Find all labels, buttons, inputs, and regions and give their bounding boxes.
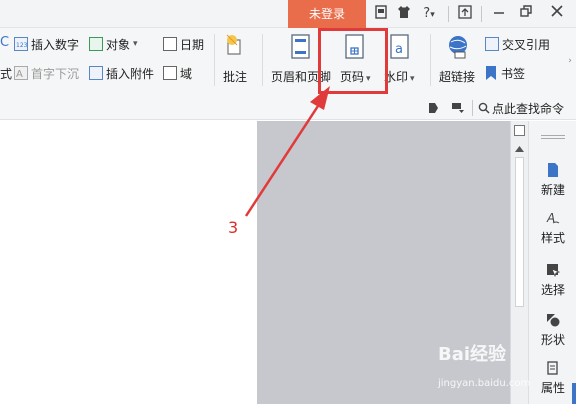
style-partial-label: 式 [0,64,12,82]
baidu-jingyan-watermark: Bai经验 [438,344,507,365]
vertical-scrollbar[interactable] [510,121,528,404]
side-panel-new-label: 新建 [540,183,565,197]
comment-button[interactable]: 批注 [223,34,247,85]
watermark-label-wrap: 水印 ▾ [384,68,415,85]
close-icon[interactable] [548,5,566,23]
style-icon: A [546,211,560,225]
hyperlink-label: 超链接 [439,70,476,84]
side-panel-select-label: 选择 [540,283,565,297]
bookmark-label: 书签 [501,66,526,81]
side-panel-grip[interactable] [541,135,565,139]
shape-icon [546,313,560,327]
new-document-icon [546,163,560,177]
insert-attachment-button[interactable]: 插入附件 [89,64,154,82]
svg-text:123: 123 [16,42,27,49]
pin-icon[interactable] [427,102,439,114]
ribbon-separator [262,34,263,86]
ruler-toggle-icon[interactable] [514,125,525,136]
scrollbar-thumb[interactable] [515,157,524,307]
title-bar: 未登录 ?▾ [0,0,576,28]
date-label: 日期 [180,37,205,52]
bookmark-icon [485,66,497,80]
watermark-icon: a [388,34,410,60]
calendar-icon [163,37,177,51]
properties-icon [546,361,560,375]
baidu-jingyan-watermark-url: jingyan.baidu.com [438,378,531,389]
toolbar-toggle-icon[interactable] [451,102,465,114]
insert-number-label: 插入数字 [31,37,80,52]
watermark-button[interactable]: a 水印 ▾ [384,34,415,85]
side-panel-style-label: 样式 [540,231,565,245]
first-drop-cap-label: 首字下沉 [31,66,80,81]
document-page[interactable] [0,121,257,404]
watermark-dropdown-icon: ▾ [410,74,415,84]
tshirt-icon[interactable] [396,5,412,23]
comment-label: 批注 [223,70,248,84]
side-panel-select[interactable]: 选择 [529,263,576,298]
field-label: 域 [180,66,193,81]
command-search-row: 点此查找命令 [0,96,576,120]
object-icon [89,37,103,51]
cross-reference-button[interactable]: 交叉引用 [485,35,550,53]
select-icon [546,263,561,278]
attachment-icon [89,66,103,80]
side-panel-new[interactable]: 新建 [529,163,576,198]
insert-attachment-label: 插入附件 [106,66,155,81]
cross-reference-icon [485,37,499,51]
login-button[interactable]: 未登录 [288,0,366,28]
minimize-icon[interactable] [490,5,508,23]
ribbon-scroll-right-icon[interactable]: › [564,50,576,72]
header-footer-icon [290,34,312,60]
search-separator [472,100,473,116]
bookmark-button[interactable]: 书签 [485,64,525,82]
help-icon[interactable]: ?▾ [418,5,440,23]
style-partial-button[interactable]: C [0,33,9,51]
side-panel: 新建 A 样式 选择 形状 属性 [528,121,576,404]
search-icon[interactable] [478,102,490,114]
date-button[interactable]: 日期 [163,35,204,53]
annotation-highlight-box [318,28,388,94]
restore-icon[interactable] [517,5,535,23]
share-icon[interactable] [456,5,474,23]
side-panel-properties[interactable]: 属性 [529,361,576,396]
hyperlink-icon [446,34,468,60]
number-icon: 123 [14,37,28,51]
hyperlink-button[interactable]: 超链接 [439,34,475,85]
insert-number-button[interactable]: 123 插入数字 [14,35,79,53]
side-panel-shape[interactable]: 形状 [529,313,576,348]
titlebar-separator [481,6,482,22]
search-command-input[interactable]: 点此查找命令 [492,100,564,117]
side-panel-properties-label: 属性 [540,381,565,395]
svg-text:A: A [16,69,23,79]
ribbon-separator [214,34,215,86]
drop-cap-icon: A [14,66,28,80]
ribbon-separator [430,34,431,86]
cross-reference-label: 交叉引用 [502,37,551,52]
help-dropdown-glyph: ▾ [430,10,435,20]
comment-icon [224,34,246,60]
object-label: 对象 [106,37,131,52]
svg-text:a: a [395,42,403,57]
style-partial-text: 式 [0,66,13,81]
scroll-up-icon[interactable] [514,143,525,153]
object-dropdown-icon: ▾ [133,39,138,49]
side-panel-accent-bar [572,383,576,404]
side-panel-style[interactable]: A 样式 [529,211,576,246]
titlebar-separator [448,6,449,22]
field-icon [163,66,177,80]
field-button[interactable]: 域 [163,64,192,82]
first-drop-cap-button[interactable]: A 首字下沉 [14,64,79,82]
partial-icon: C [0,34,10,50]
side-panel-shape-label: 形状 [540,333,565,347]
annotation-step-number: 3 [228,218,239,237]
ribbon-toolbar: C 式 123 插入数字 A 首字下沉 对象 ▾ 插入附件 日期 域 批注 页眉… [0,28,576,96]
object-button[interactable]: 对象 ▾ [89,35,138,53]
skin-icon[interactable] [373,5,389,23]
